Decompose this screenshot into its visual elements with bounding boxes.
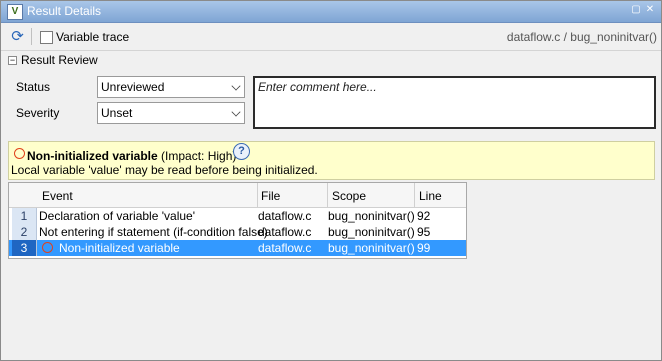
event-table: Event File Scope Line 1 Declaration of v… (8, 182, 467, 259)
app-icon: V (7, 4, 23, 20)
status-label: Status (16, 80, 51, 94)
undock-icon[interactable]: ▢ (631, 5, 641, 15)
scope-cell: bug_noninitvar() (328, 209, 415, 223)
defect-name: Non-initialized variable (27, 149, 158, 163)
file-cell: dataflow.c (258, 241, 312, 255)
defect-circle-icon (42, 242, 53, 253)
severity-select[interactable]: Unset (97, 102, 245, 124)
chevron-down-icon (231, 81, 241, 91)
help-icon[interactable]: ? (233, 143, 250, 160)
column-divider[interactable] (414, 183, 415, 207)
event-cell: Not entering if statement (if-condition … (39, 225, 268, 239)
scope-cell: bug_noninitvar() (328, 225, 415, 239)
event-cell: Non-initialized variable (59, 241, 180, 255)
column-header-line[interactable]: Line (419, 189, 442, 203)
file-cell: dataflow.c (258, 209, 312, 223)
variable-trace-checkbox[interactable] (40, 31, 53, 44)
column-header-file[interactable]: File (261, 189, 280, 203)
table-header: Event File Scope Line (9, 183, 466, 208)
toolbar: ⟳ Variable trace dataflow.c / bug_nonini… (1, 23, 661, 51)
result-review-header[interactable]: − Result Review (8, 53, 98, 67)
status-select[interactable]: Unreviewed (97, 76, 245, 98)
defect-description: Local variable 'value' may be read befor… (11, 163, 318, 177)
row-number: 1 (12, 208, 37, 224)
scope-cell: bug_noninitvar() (328, 241, 415, 255)
column-divider[interactable] (327, 183, 328, 207)
variable-trace-label[interactable]: Variable trace (56, 30, 129, 44)
file-cell: dataflow.c (258, 225, 312, 239)
event-cell: Declaration of variable 'value' (39, 209, 195, 223)
line-cell: 99 (417, 241, 431, 255)
toolbar-separator (31, 28, 32, 45)
collapse-icon[interactable]: − (8, 56, 17, 66)
line-cell: 92 (417, 209, 431, 223)
severity-label: Severity (16, 106, 60, 120)
window-title: Result Details (27, 4, 102, 18)
window-controls: ▢ ✕ (631, 5, 655, 15)
column-header-scope[interactable]: Scope (332, 189, 366, 203)
column-header-event[interactable]: Event (42, 189, 73, 203)
defect-circle-icon (14, 148, 25, 159)
column-divider[interactable] (257, 183, 258, 207)
title-bar: V Result Details ▢ ✕ (1, 1, 661, 23)
table-row[interactable]: 1 Declaration of variable 'value' datafl… (9, 208, 466, 224)
status-value: Unreviewed (101, 80, 165, 94)
result-details-window: V Result Details ▢ ✕ ⟳ Variable trace da… (0, 0, 662, 361)
line-cell: 95 (417, 225, 431, 239)
severity-value: Unset (101, 106, 133, 120)
location-path: dataflow.c / bug_noninitvar() (506, 30, 657, 44)
row-number: 2 (12, 224, 37, 240)
table-row[interactable]: 2 Not entering if statement (if-conditio… (9, 224, 466, 240)
comment-placeholder: Enter comment here... (258, 80, 377, 94)
defect-banner: Non-initialized variable (Impact: High) … (8, 141, 655, 180)
comment-field[interactable]: Enter comment here... (253, 76, 656, 129)
section-title: Result Review (21, 53, 98, 67)
row-number: 3 (12, 240, 37, 256)
defect-title: Non-initialized variable (Impact: High) (27, 149, 236, 163)
table-row-selected[interactable]: 3 Non-initialized variable dataflow.c bu… (9, 240, 466, 256)
chevron-down-icon (231, 107, 241, 117)
close-icon[interactable]: ✕ (645, 5, 655, 15)
defect-impact: (Impact: High) (161, 149, 237, 163)
refresh-icon[interactable]: ⟳ (9, 28, 26, 45)
